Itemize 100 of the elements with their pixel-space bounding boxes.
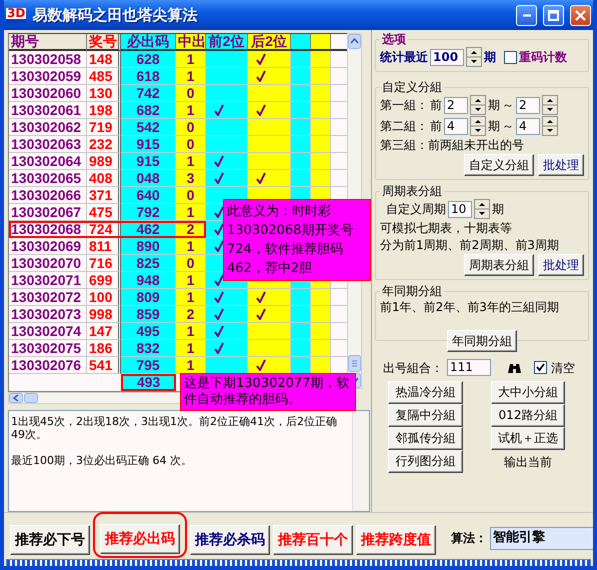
table-cell: 3 — [176, 170, 206, 187]
field-label: 期 — [488, 97, 500, 113]
table-cell: 682 — [121, 102, 176, 119]
table-cell: 475 — [87, 204, 121, 221]
app-logo: 3D — [6, 8, 26, 22]
table-cell: 130302067 — [9, 204, 87, 221]
table-cell: 809 — [121, 289, 176, 306]
table-cell: 1 — [176, 357, 206, 374]
table-cell: 130302075 — [9, 340, 87, 357]
table-cell: 130302062 — [9, 119, 87, 136]
table-cell: 1 — [176, 68, 206, 85]
table-cell: 148 — [87, 51, 121, 68]
table-cell: 825 — [121, 255, 176, 272]
callout-text: 此意义为：时时彩130302068期开奖号724，软件推荐胆码462，荐中2胆 — [227, 204, 354, 276]
table-cell: 792 — [121, 204, 176, 221]
output-label: 输出当前 — [503, 454, 553, 471]
note-text: 前1年、前2年、前3年的三組同期 — [380, 299, 559, 315]
field-label: 第二組： — [380, 118, 428, 134]
table-cell: 719 — [87, 119, 121, 136]
table-cell: 1 — [176, 153, 206, 170]
table-cell: 130302058 — [9, 51, 87, 68]
table-cell: 628 — [121, 51, 176, 68]
table-cell: 1 — [176, 323, 206, 340]
field-label: ～ — [502, 118, 514, 134]
table-cell: 1 — [176, 102, 206, 119]
table-cell: 130302061 — [9, 102, 87, 119]
table-cell: 948 — [121, 272, 176, 289]
table-cell: 915 — [121, 136, 176, 153]
group-title: 年同期分組 — [381, 284, 443, 298]
field-label: 期 — [488, 118, 500, 134]
table-cell: 371 — [87, 187, 121, 204]
table-cell: 2 — [176, 306, 206, 323]
table-cell: 485 — [87, 68, 121, 85]
summary-text: 1出现45次，2出现18次，3出现1次。前2位正确41次，后2位正确49次。 — [11, 415, 338, 441]
table-cell: 130302071 — [9, 272, 87, 289]
table-cell: 130302070 — [9, 255, 87, 272]
checkbox-label: 清空 — [551, 360, 575, 376]
table-cell: 232 — [87, 136, 121, 153]
table-cell: 859 — [121, 306, 176, 323]
field-label: 出号組合： — [383, 360, 443, 376]
table-cell: 130302074 — [9, 323, 87, 340]
table-cell: 618 — [121, 68, 176, 85]
note-text: 可模拟七期表，十期表等 — [380, 220, 512, 236]
table-cell: 0 — [176, 119, 206, 136]
table-cell: 0 — [176, 136, 206, 153]
table-cell: 1 — [176, 51, 206, 68]
table-cell: 542 — [121, 119, 176, 136]
table-cell: 1 — [176, 204, 206, 221]
table-cell: 130302064 — [9, 153, 87, 170]
group-title: 选项 — [381, 32, 407, 46]
field-label: 统计最近 — [380, 49, 428, 65]
summary-text: 最近100期，3位必出码正确 64 次。 — [11, 454, 193, 467]
note-text: 分为前1周期、前2周期、前3周期 — [380, 237, 559, 253]
note-text: 第三組：前两組未开出的号 — [380, 137, 524, 153]
table-cell: 130302073 — [9, 306, 87, 323]
table-cell: 716 — [87, 255, 121, 272]
table-cell: 147 — [87, 323, 121, 340]
table-cell: 100 — [87, 289, 121, 306]
table-cell: 130302072 — [9, 289, 87, 306]
table-cell: 130 — [87, 85, 121, 102]
field-label: ～ — [502, 97, 514, 113]
table-cell: 186 — [87, 340, 121, 357]
field-label: 前 — [430, 97, 442, 113]
table-cell: 130302066 — [9, 187, 87, 204]
group-title: 自定义分組 — [381, 80, 443, 94]
table-cell: 130302063 — [9, 136, 87, 153]
table-cell: 130302076 — [9, 357, 87, 374]
table-cell: 1 — [176, 289, 206, 306]
callout-text: 这是下期130302077期，软件自动推荐的胆码。 — [184, 376, 350, 407]
group-title: 周期表分組 — [381, 184, 443, 198]
table-cell: 1 — [176, 340, 206, 357]
field-label: 第一組： — [380, 97, 428, 113]
field-label: 自定义周期 — [386, 201, 446, 217]
table-cell: 0 — [176, 255, 206, 272]
table-cell: 198 — [87, 102, 121, 119]
table-cell: 048 — [121, 170, 176, 187]
field-label: 算法： — [451, 530, 487, 547]
table-cell: 832 — [121, 340, 176, 357]
table-cell: 795 — [121, 357, 176, 374]
field-label: 期 — [492, 201, 504, 217]
table-cell: 0 — [176, 187, 206, 204]
table-cell: 130302060 — [9, 85, 87, 102]
table-cell: 495 — [121, 323, 176, 340]
table-cell: 998 — [87, 306, 121, 323]
table-cell: 408 — [87, 170, 121, 187]
table-cell: 989 — [87, 153, 121, 170]
field-label: 前 — [430, 118, 442, 134]
table-cell: 130302069 — [9, 238, 87, 255]
checkbox-label: 重码计数 — [519, 49, 567, 65]
field-label: 期 — [484, 49, 496, 65]
table-cell: 811 — [87, 238, 121, 255]
table-cell: 1 — [176, 272, 206, 289]
table-cell: 742 — [121, 85, 176, 102]
table-cell: 541 — [87, 357, 121, 374]
table-cell: 0 — [176, 85, 206, 102]
window-title: 易数解码之田也塔尖算法 — [32, 6, 198, 24]
table-cell: 890 — [121, 238, 176, 255]
table-cell: 1 — [176, 238, 206, 255]
table-cell: 130302059 — [9, 68, 87, 85]
table-cell: 493 — [121, 374, 176, 391]
